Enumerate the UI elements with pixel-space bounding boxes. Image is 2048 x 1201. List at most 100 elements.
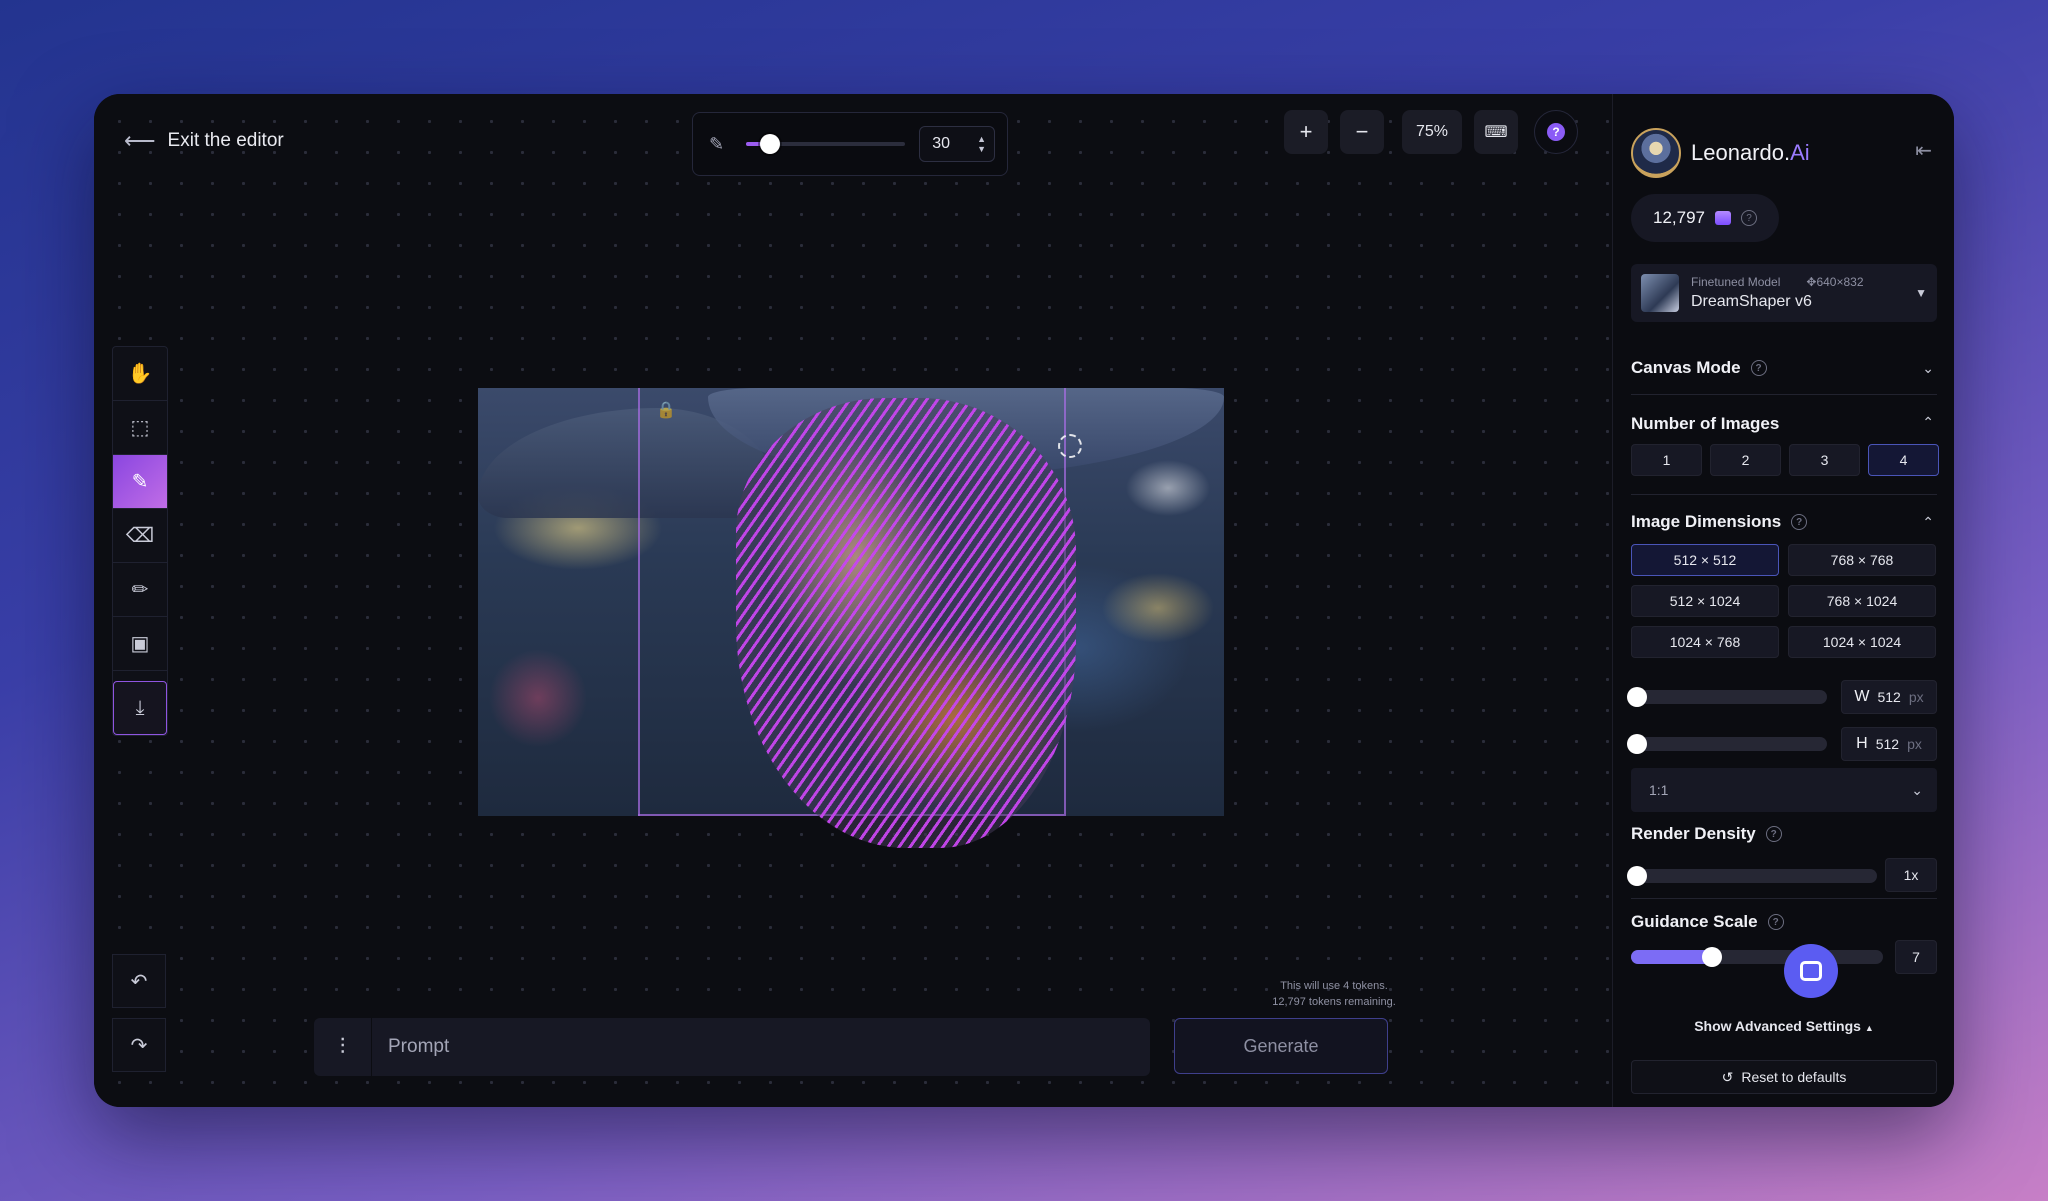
canvas-image[interactable]: 🔒 [478,388,1224,848]
render-density-value[interactable]: 1x [1885,858,1937,892]
hand-icon[interactable]: ✋ [113,347,167,401]
help-icon[interactable]: ? [1750,360,1767,376]
width-input[interactable]: W 512 px [1841,680,1937,714]
help-icon[interactable]: ? [1767,914,1784,930]
help-icon[interactable]: ? [1765,826,1782,842]
guidance-scale-slider[interactable] [1631,947,1883,967]
keyboard-icon: ⌨ [1484,124,1508,141]
reset-defaults-button[interactable]: ↺ Reset to defaults [1631,1060,1937,1094]
mask-brush-icon[interactable]: ✎ [113,455,167,509]
aspect-ratio-value: 1:1 [1649,782,1669,798]
dimension-option[interactable]: 768 × 768 [1788,544,1936,576]
images-option-2[interactable]: 2 [1710,444,1781,476]
lock-icon[interactable]: 🔒 [656,400,676,420]
model-type-label: Finetuned Model [1691,275,1781,289]
avatar[interactable] [1631,128,1681,178]
undo-icon[interactable]: ↶ [112,954,166,1008]
settings-panel: Leonardo.Ai ⇤ 12,797 ? Finetuned Model ✥… [1612,94,1954,1107]
render-density-slider[interactable] [1627,866,1877,886]
divider [1631,494,1937,495]
chevron-down-icon[interactable]: ⌄ [1922,360,1934,377]
history-controls: ↶ ↷ [112,954,168,1082]
width-slider[interactable] [1627,687,1827,707]
stepper-arrows-icon[interactable]: ▲ ▼ [977,134,986,154]
model-name: DreamShaper v6 [1691,293,1812,310]
exit-editor-button[interactable]: ⟵ Exit the editor [124,128,284,154]
select-icon[interactable]: ⬚ [113,401,167,455]
generation-frame-left[interactable] [638,388,640,816]
chevron-up-icon[interactable]: ⌃ [1922,414,1934,431]
width-label: W [1854,688,1870,705]
canvas-mode-label: Canvas Mode [1631,358,1741,377]
chat-support-button[interactable] [1784,944,1838,998]
dimension-options: 512 × 512 768 × 768 512 × 1024 768 × 102… [1631,544,1936,658]
show-advanced-settings[interactable]: Show Advanced Settings ▲ [1613,1018,1954,1034]
guidance-scale-fill [1631,950,1712,964]
help-icon[interactable]: ? [1741,210,1757,226]
canvas-mode-header[interactable]: Canvas Mode ? [1631,358,1767,378]
zoom-in-button[interactable]: + [1284,110,1328,154]
guidance-scale-header: Guidance Scale ? [1631,912,1784,932]
question-icon: ? [1547,123,1565,141]
download-icon[interactable]: ⤓ [113,681,167,735]
chevron-up-icon[interactable]: ⌃ [1922,514,1934,531]
guidance-scale-knob[interactable] [1701,947,1722,967]
brush-size-knob[interactable] [760,134,781,154]
image-dimensions-header[interactable]: Image Dimensions ? [1631,512,1808,532]
eraser-icon[interactable]: ⌫ [113,509,167,563]
images-option-4[interactable]: 4 [1868,444,1939,476]
height-slider[interactable] [1627,734,1827,754]
brand-name: Leonardo.Ai [1691,140,1810,165]
brush-cursor [1058,434,1082,458]
back-arrow-icon: ⟵ [124,128,156,153]
redo-icon[interactable]: ↷ [112,1018,166,1072]
pencil-icon[interactable]: ✏ [113,563,167,617]
guidance-scale-value[interactable]: 7 [1895,940,1937,974]
help-button[interactable]: ? [1534,110,1578,154]
dimension-option[interactable]: 512 × 512 [1631,544,1779,576]
token-info: This will use 4 tokens. 12,797 tokens re… [1214,978,1454,1010]
images-option-3[interactable]: 3 [1789,444,1860,476]
keyboard-shortcuts-button[interactable]: ⌨ [1474,110,1518,154]
width-value: 512 [1877,689,1901,705]
prompt-settings-icon[interactable]: ⫶ [314,1018,372,1076]
brush-size-input[interactable]: 30 ▲ ▼ [919,126,995,162]
zoom-toolbar: + − 75% ⌨ ? [1284,110,1578,154]
canvas-area[interactable]: ⟵ Exit the editor ✎ 30 ▲ ▼ + − 75% ⌨ ? ✋… [94,94,1612,1107]
prompt-input[interactable]: Prompt [388,1036,449,1058]
height-input[interactable]: H 512 px [1841,727,1937,761]
brush-size-slider[interactable] [746,134,906,154]
generate-button[interactable]: Generate [1174,1018,1388,1074]
help-icon[interactable]: ? [1791,514,1808,530]
dimension-option[interactable]: 512 × 1024 [1631,585,1779,617]
reset-icon: ↺ [1721,1068,1734,1085]
model-thumbnail [1641,274,1679,312]
tokens-remaining-text: 12,797 tokens remaining. [1272,996,1396,1008]
model-selector[interactable]: Finetuned Model ✥640×832 DreamShaper v6 … [1631,264,1937,322]
dimension-option[interactable]: 1024 × 1024 [1788,626,1936,658]
mask-brush-icon: ✎ [709,133,725,154]
number-of-images-label: Number of Images [1631,414,1780,433]
aspect-ratio-select[interactable]: 1:1 ⌄ [1631,768,1937,812]
left-toolbar: ✋ ⬚ ✎ ⌫ ✏ ▣ ⤓ [112,346,168,736]
collapse-panel-icon[interactable]: ⇤ [1915,138,1932,163]
brush-size-control: ✎ 30 ▲ ▼ [692,112,1008,176]
width-slider-knob[interactable] [1627,687,1647,707]
model-info: Finetuned Model ✥640×832 DreamShaper v6 [1691,275,1864,311]
images-option-1[interactable]: 1 [1631,444,1702,476]
dimension-option[interactable]: 768 × 1024 [1788,585,1936,617]
chevron-down-icon: ⌄ [1911,781,1923,798]
divider [1631,394,1937,395]
image-icon[interactable]: ▣ [113,617,167,671]
zoom-level[interactable]: 75% [1402,110,1462,154]
render-density-knob[interactable] [1627,866,1647,886]
number-of-images-header[interactable]: Number of Images [1631,414,1779,434]
height-slider-knob[interactable] [1627,734,1647,754]
brand: Leonardo.Ai [1631,128,1810,178]
image-dimensions-label: Image Dimensions [1631,512,1782,531]
render-density-header: Render Density ? [1631,824,1782,844]
dimension-option[interactable]: 1024 × 768 [1631,626,1779,658]
chat-icon [1800,961,1822,981]
guidance-scale-label: Guidance Scale [1631,912,1758,931]
zoom-out-button[interactable]: − [1340,110,1384,154]
